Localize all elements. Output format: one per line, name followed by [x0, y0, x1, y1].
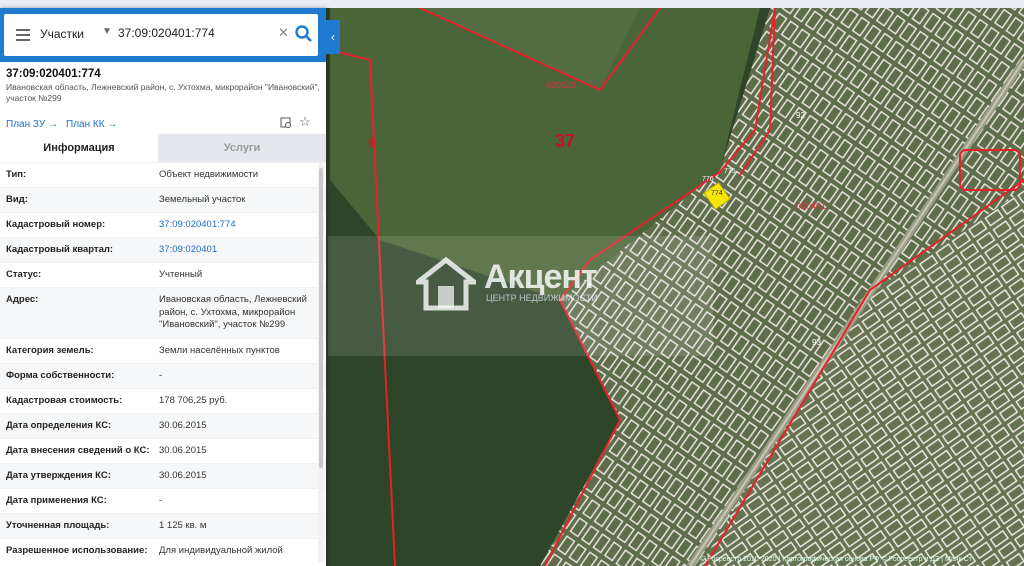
attribute-key: Дата утверждения КС:	[6, 470, 111, 481]
quarter-label-020029: 020029	[546, 80, 577, 90]
district-label: 37	[555, 131, 576, 151]
object-number-title: 37:09:020401:774	[6, 68, 101, 80]
attribute-value: Учтенный	[159, 269, 203, 280]
attribute-key: Тип:	[6, 169, 27, 180]
plan-kk-label: План КК	[66, 119, 105, 130]
attribute-value: Земли населённых пунктов	[159, 345, 280, 356]
attribute-key: Статус:	[6, 269, 42, 280]
attribute-row: Категория земель: Земли населённых пункто…	[0, 338, 326, 364]
attribute-key: Дата определения КС:	[6, 420, 112, 431]
attribute-key: Кадастровый номер:	[6, 219, 106, 230]
attribute-value: 30.06.2015	[159, 470, 207, 481]
parcel-label-93: 93	[812, 338, 821, 347]
search-box: Участки ▼ ✕	[4, 14, 318, 56]
attribute-row: Дата утверждения КС: 30.06.2015	[0, 463, 326, 489]
clear-icon[interactable]: ✕	[278, 25, 289, 41]
attribute-value-link[interactable]: 37:09:020401	[159, 244, 319, 257]
attribute-row: Вид: Земельный участок	[0, 187, 326, 213]
chevron-down-icon[interactable]: ▼	[102, 26, 112, 37]
search-icon[interactable]	[294, 24, 314, 44]
attribute-value: Объект недвижимости	[159, 169, 259, 180]
attribute-value-link[interactable]: 37:09:020401:774	[159, 219, 319, 232]
attribute-value: Земельный участок	[159, 194, 246, 205]
attribute-key: Уточненная площадь:	[6, 520, 110, 531]
star-icon[interactable]: ☆	[299, 114, 311, 130]
attribute-row: Адрес: Ивановская область, Лежневский рай…	[0, 287, 326, 339]
tabs: Информация Услуги	[0, 134, 326, 162]
search-input[interactable]	[116, 25, 278, 41]
collapse-panel-button[interactable]: ‹	[326, 20, 340, 54]
attribute-key: Форма собственности:	[6, 370, 115, 381]
measure-icon[interactable]	[280, 117, 292, 129]
attribute-row: Кадастровый номер: 37:09:020401:774	[0, 212, 326, 238]
attribute-value: 1 125 кв. м	[159, 520, 207, 531]
attribute-key: Адрес:	[6, 294, 39, 305]
attribute-value: -	[159, 495, 163, 506]
menu-icon[interactable]	[16, 29, 30, 41]
parcel-label-776: 776	[702, 176, 714, 183]
attribute-value: 30.06.2015	[159, 445, 207, 456]
layer-select[interactable]: Участки	[40, 27, 84, 41]
attribute-row: Форма собственности: -	[0, 363, 326, 389]
plan-kk-link[interactable]: План КК →	[66, 119, 117, 130]
attribute-key: Дата внесения сведений о КС:	[6, 445, 150, 456]
tab-services[interactable]: Услуги	[158, 134, 326, 162]
chevron-left-icon: ‹	[331, 30, 335, 44]
tab-information[interactable]: Информация	[0, 134, 158, 162]
attribute-value: Ивановская область, Лежневский район, с.…	[159, 294, 307, 330]
parcel-label-9: 9	[368, 136, 375, 150]
plan-zu-link[interactable]: План ЗУ →	[6, 119, 58, 130]
attribute-row: Кадастровый квартал: 37:09:020401	[0, 237, 326, 263]
arrow-right-icon: →	[47, 119, 58, 130]
attribute-key: Вид:	[6, 194, 28, 205]
attribute-row: Уточненная площадь: 1 125 кв. м	[0, 513, 326, 539]
arrow-right-icon: →	[107, 119, 118, 130]
parcel-label-92: 92	[796, 111, 805, 120]
attribute-key: Кадастровый квартал:	[6, 244, 114, 255]
scrollbar-thumb[interactable]	[319, 168, 323, 468]
attribute-row: Статус: Учтенный	[0, 262, 326, 288]
map-attribution: © Росреестр 2010-2020 | Картографическая…	[700, 556, 972, 563]
attribute-row: Дата внесения сведений о КС: 30.06.2015	[0, 438, 326, 464]
attribute-row: Дата применения КС: -	[0, 488, 326, 514]
top-strip	[0, 0, 1024, 8]
attribute-value: 178 706,25 руб.	[159, 395, 228, 406]
watermark-text: Акцент	[484, 258, 598, 296]
info-panel: Участки ▼ ✕ 37:09:020401:774 Ивановская …	[0, 8, 326, 566]
watermark-house-icon	[416, 256, 476, 311]
watermark-subtext: ЦЕНТР НЕДВИЖИМОСТИ	[486, 293, 598, 303]
attribute-row: Разрешенное использование: Для индивидуал…	[0, 538, 326, 564]
attribute-row: Дата определения КС: 30.06.2015	[0, 413, 326, 439]
object-address: Ивановская область, Лежневский район, с.…	[6, 82, 320, 103]
search-bar: Участки ▼ ✕	[0, 8, 326, 62]
parcel-label-774: 774	[711, 190, 723, 197]
quarter-label-020401: 020401	[796, 201, 827, 211]
attribute-value: -	[159, 370, 163, 381]
plan-zu-label: План ЗУ	[6, 119, 46, 130]
attribute-value: Для индивидуальной жилой	[159, 545, 283, 556]
attribute-value: 30.06.2015	[159, 420, 207, 431]
attribute-key: Категория земель:	[6, 345, 94, 356]
attribute-key: Дата применения КС:	[6, 495, 107, 506]
parcel-label-775: 775	[724, 168, 736, 175]
attribute-row: Кадастровая стоимость: 178 706,25 руб.	[0, 388, 326, 414]
attribute-row: Тип: Объект недвижимости	[0, 162, 326, 188]
attribute-key: Кадастровая стоимость:	[6, 395, 123, 406]
attribute-key: Разрешенное использование:	[6, 545, 148, 556]
